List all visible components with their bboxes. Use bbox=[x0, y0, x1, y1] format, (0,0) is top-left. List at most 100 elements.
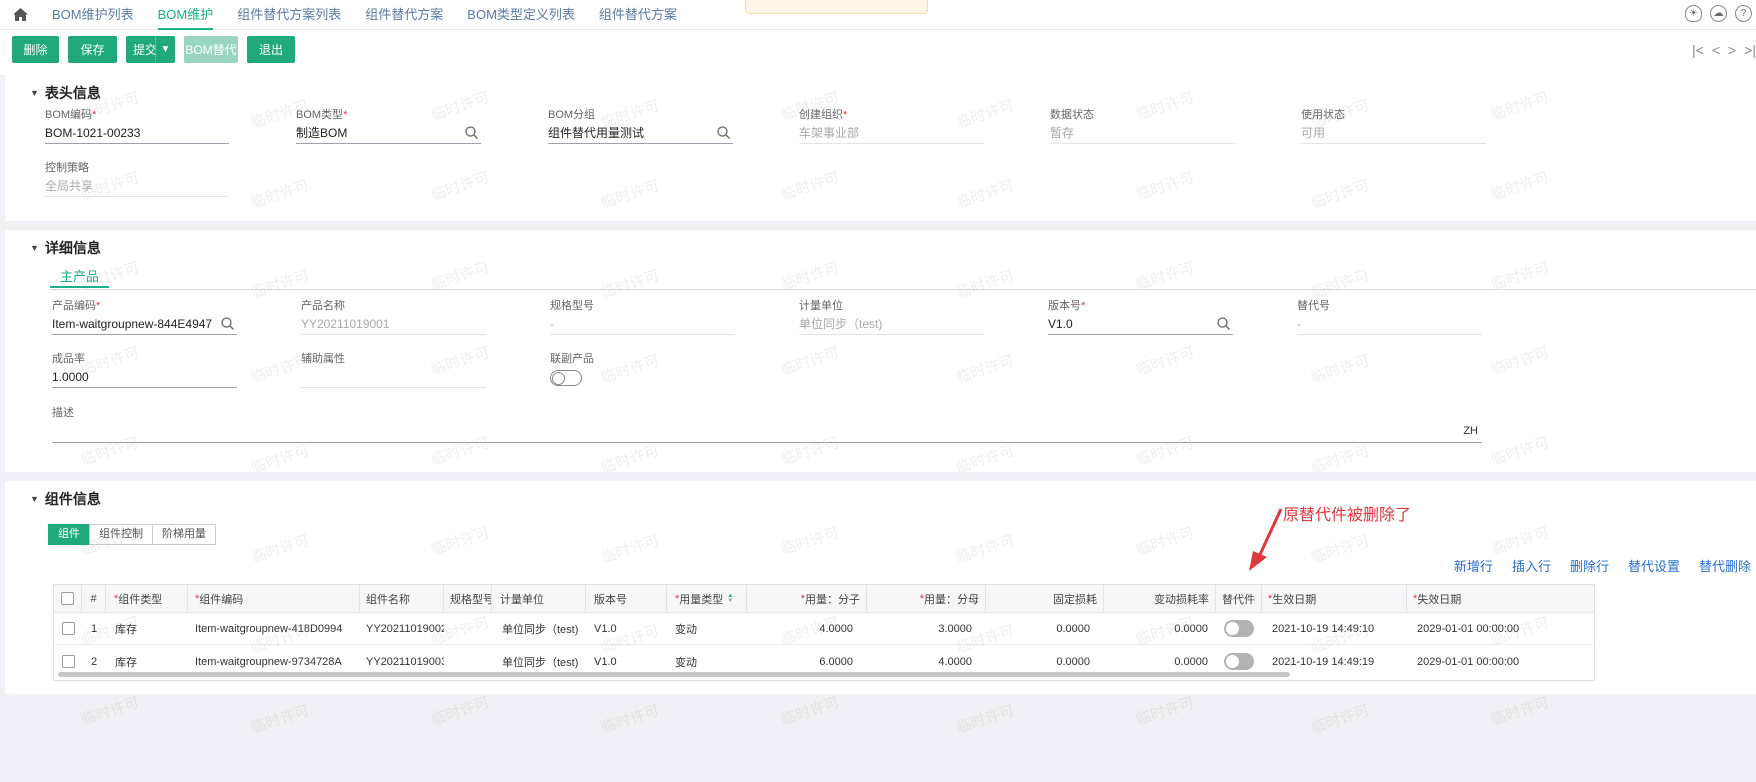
product-code-input[interactable]: Item-waitgroupnew-844E4947 bbox=[52, 313, 237, 335]
home-icon[interactable] bbox=[0, 0, 40, 30]
tab-tiered-usage[interactable]: 阶梯用量 bbox=[152, 524, 216, 545]
delete-row-button[interactable]: 删除行 bbox=[1570, 556, 1609, 575]
col-eff-date[interactable]: * 生效日期 bbox=[1262, 585, 1407, 612]
bom-replace-button[interactable]: BOM替代 bbox=[184, 36, 238, 63]
version-input[interactable]: V1.0 bbox=[1048, 313, 1233, 335]
col-unit[interactable]: 计量单位 bbox=[492, 585, 586, 612]
col-spec[interactable]: 规格型号 bbox=[444, 585, 492, 612]
row-checkbox[interactable] bbox=[61, 655, 75, 668]
first-record-icon[interactable]: |< bbox=[1692, 42, 1704, 58]
cell-index: 1 bbox=[90, 622, 98, 635]
col-comp-code[interactable]: * 组件编码 bbox=[188, 585, 360, 612]
aux-attr-field: 辅助属性 bbox=[301, 352, 486, 388]
cell-fixed-loss[interactable]: 0.0000 bbox=[986, 613, 1104, 644]
joint-product-field: 联副产品 bbox=[550, 352, 735, 386]
bom-type-input[interactable]: 制造BOM bbox=[296, 122, 481, 144]
cell-usage-num[interactable]: 4.0000 bbox=[747, 613, 867, 644]
cell-version[interactable]: V1.0 bbox=[586, 613, 667, 644]
row-checkbox[interactable] bbox=[61, 622, 75, 635]
exit-button[interactable]: 退出 bbox=[247, 36, 295, 63]
search-icon[interactable] bbox=[220, 316, 235, 331]
delete-button[interactable]: 删除 bbox=[12, 36, 59, 63]
bom-group-input[interactable]: 组件替代用量测试 bbox=[548, 122, 733, 144]
unit-label: 计量单位 bbox=[799, 300, 843, 312]
bom-code-label: BOM编码 bbox=[45, 109, 93, 121]
top-nav: BOM维护列表 BOM维护 组件替代方案列表 组件替代方案 BOM类型定义列表 … bbox=[0, 0, 1756, 30]
bom-code-input[interactable]: BOM-1021-00233 bbox=[45, 122, 229, 144]
tab-component-control[interactable]: 组件控制 bbox=[89, 524, 153, 545]
col-exp-date[interactable]: * 失效日期 bbox=[1407, 585, 1594, 612]
product-code-value: Item-waitgroupnew-844E4947 bbox=[52, 317, 213, 331]
collapse-caret-icon[interactable]: ▼ bbox=[30, 243, 39, 253]
col-comp-type[interactable]: * 组件类型 bbox=[106, 585, 188, 612]
control-policy-label: 控制策略 bbox=[45, 162, 89, 174]
description-input[interactable]: ZH bbox=[52, 420, 1482, 443]
tab-bom-maintain[interactable]: BOM维护 bbox=[146, 0, 226, 30]
col-comp-name[interactable]: 组件名称 bbox=[360, 585, 444, 612]
table-horizontal-scrollbar[interactable] bbox=[58, 672, 1290, 677]
cell-comp-type[interactable]: 库存 bbox=[106, 613, 188, 644]
collapse-caret-icon[interactable]: ▼ bbox=[30, 494, 39, 504]
language-switch[interactable]: ZH bbox=[1463, 420, 1478, 442]
col-usage-den[interactable]: * 用量：分母 bbox=[867, 585, 986, 612]
search-icon[interactable] bbox=[464, 125, 479, 140]
cell-comp-code[interactable]: Item-waitgroupnew-418D0994 bbox=[188, 613, 360, 644]
insert-row-button[interactable]: 插入行 bbox=[1512, 556, 1551, 575]
next-record-icon[interactable]: > bbox=[1728, 42, 1736, 58]
col-var-loss[interactable]: 变动损耗率 bbox=[1104, 585, 1216, 612]
tab-component[interactable]: 组件 bbox=[48, 524, 90, 545]
search-icon[interactable] bbox=[716, 125, 731, 140]
tab-bom-type-list[interactable]: BOM类型定义列表 bbox=[455, 0, 587, 30]
submit-button[interactable]: 提交 ▼ bbox=[126, 36, 175, 63]
save-button[interactable]: 保存 bbox=[68, 36, 117, 63]
col-fixed-loss[interactable]: 固定损耗 bbox=[986, 585, 1104, 612]
spec-model-field: 规格型号 - bbox=[550, 299, 735, 335]
cell-exp-date[interactable]: 2029-01-01 00:00:00 bbox=[1407, 613, 1594, 644]
col-version[interactable]: 版本号 bbox=[586, 585, 667, 612]
substitute-delete-button[interactable]: 替代删除 bbox=[1699, 556, 1751, 575]
use-status-value: 可用 bbox=[1301, 122, 1486, 144]
lightbulb-icon[interactable]: ☀ bbox=[1685, 5, 1702, 22]
tab-substitute-plan[interactable]: 组件替代方案 bbox=[353, 0, 455, 30]
bom-type-label: BOM类型 bbox=[296, 109, 344, 121]
substitute-toggle[interactable] bbox=[1224, 653, 1254, 670]
col-usage-num[interactable]: * 用量：分子 bbox=[747, 585, 867, 612]
col-usage-den-label: 用量：分母 bbox=[924, 593, 979, 606]
product-code-field: 产品编码* Item-waitgroupnew-844E4947 bbox=[52, 299, 237, 335]
search-icon[interactable] bbox=[1216, 316, 1231, 331]
sort-icon[interactable]: ▲ ▼ bbox=[727, 593, 733, 604]
header-title-text: 表头信息 bbox=[44, 85, 101, 101]
cell-usage-den[interactable]: 3.0000 bbox=[867, 613, 986, 644]
cloud-icon[interactable]: ☁ bbox=[1710, 5, 1727, 22]
last-record-icon[interactable]: >| bbox=[1744, 42, 1756, 58]
substitute-settings-button[interactable]: 替代设置 bbox=[1628, 556, 1680, 575]
prev-record-icon[interactable]: < bbox=[1712, 42, 1720, 58]
table-row[interactable]: 1 库存 Item-waitgroupnew-418D0994 YY202110… bbox=[54, 613, 1594, 645]
tab-main-product[interactable]: 主产品 bbox=[50, 266, 110, 288]
chevron-down-icon[interactable]: ▼ bbox=[155, 36, 175, 63]
tab-bom-list[interactable]: BOM维护列表 bbox=[40, 0, 146, 30]
aux-attr-value[interactable] bbox=[301, 366, 486, 388]
components-section: ▼ 组件信息 组件 组件控制 阶梯用量 原替代件被删除了 新增行 插入行 删除行… bbox=[5, 481, 1756, 694]
tab-substitute-plan-list[interactable]: 组件替代方案列表 bbox=[225, 0, 353, 30]
col-usage-type[interactable]: * 用量类型 ▲ ▼ bbox=[667, 585, 747, 612]
cell-usage-type[interactable]: 变动 bbox=[667, 613, 747, 644]
select-all-checkbox[interactable] bbox=[61, 592, 74, 605]
components-section-title[interactable]: ▼ 组件信息 bbox=[30, 489, 101, 509]
watermark-text: 临时许可 bbox=[429, 694, 492, 729]
cell-var-loss[interactable]: 0.0000 bbox=[1104, 613, 1216, 644]
collapse-caret-icon[interactable]: ▼ bbox=[30, 88, 39, 98]
substitute-toggle[interactable] bbox=[1224, 620, 1254, 637]
col-substitute[interactable]: 替代件 bbox=[1216, 585, 1262, 612]
tab-substitute-plan-2[interactable]: 组件替代方案 bbox=[587, 0, 689, 30]
cell-exp-date[interactable]: 2029-01-01 00:00:00 bbox=[1407, 646, 1594, 677]
header-section-title[interactable]: ▼ 表头信息 bbox=[30, 83, 101, 103]
aux-attr-label: 辅助属性 bbox=[301, 353, 345, 365]
help-icon[interactable]: ? bbox=[1735, 5, 1752, 22]
joint-product-toggle[interactable] bbox=[550, 370, 582, 386]
control-policy-value: 全局共享 bbox=[45, 175, 229, 197]
cell-eff-date[interactable]: 2021-10-19 14:49:10 bbox=[1262, 613, 1407, 644]
yield-rate-input[interactable]: 1.0000 bbox=[52, 366, 237, 388]
detail-section-title[interactable]: ▼ 详细信息 bbox=[30, 238, 101, 258]
add-row-button[interactable]: 新增行 bbox=[1454, 556, 1493, 575]
